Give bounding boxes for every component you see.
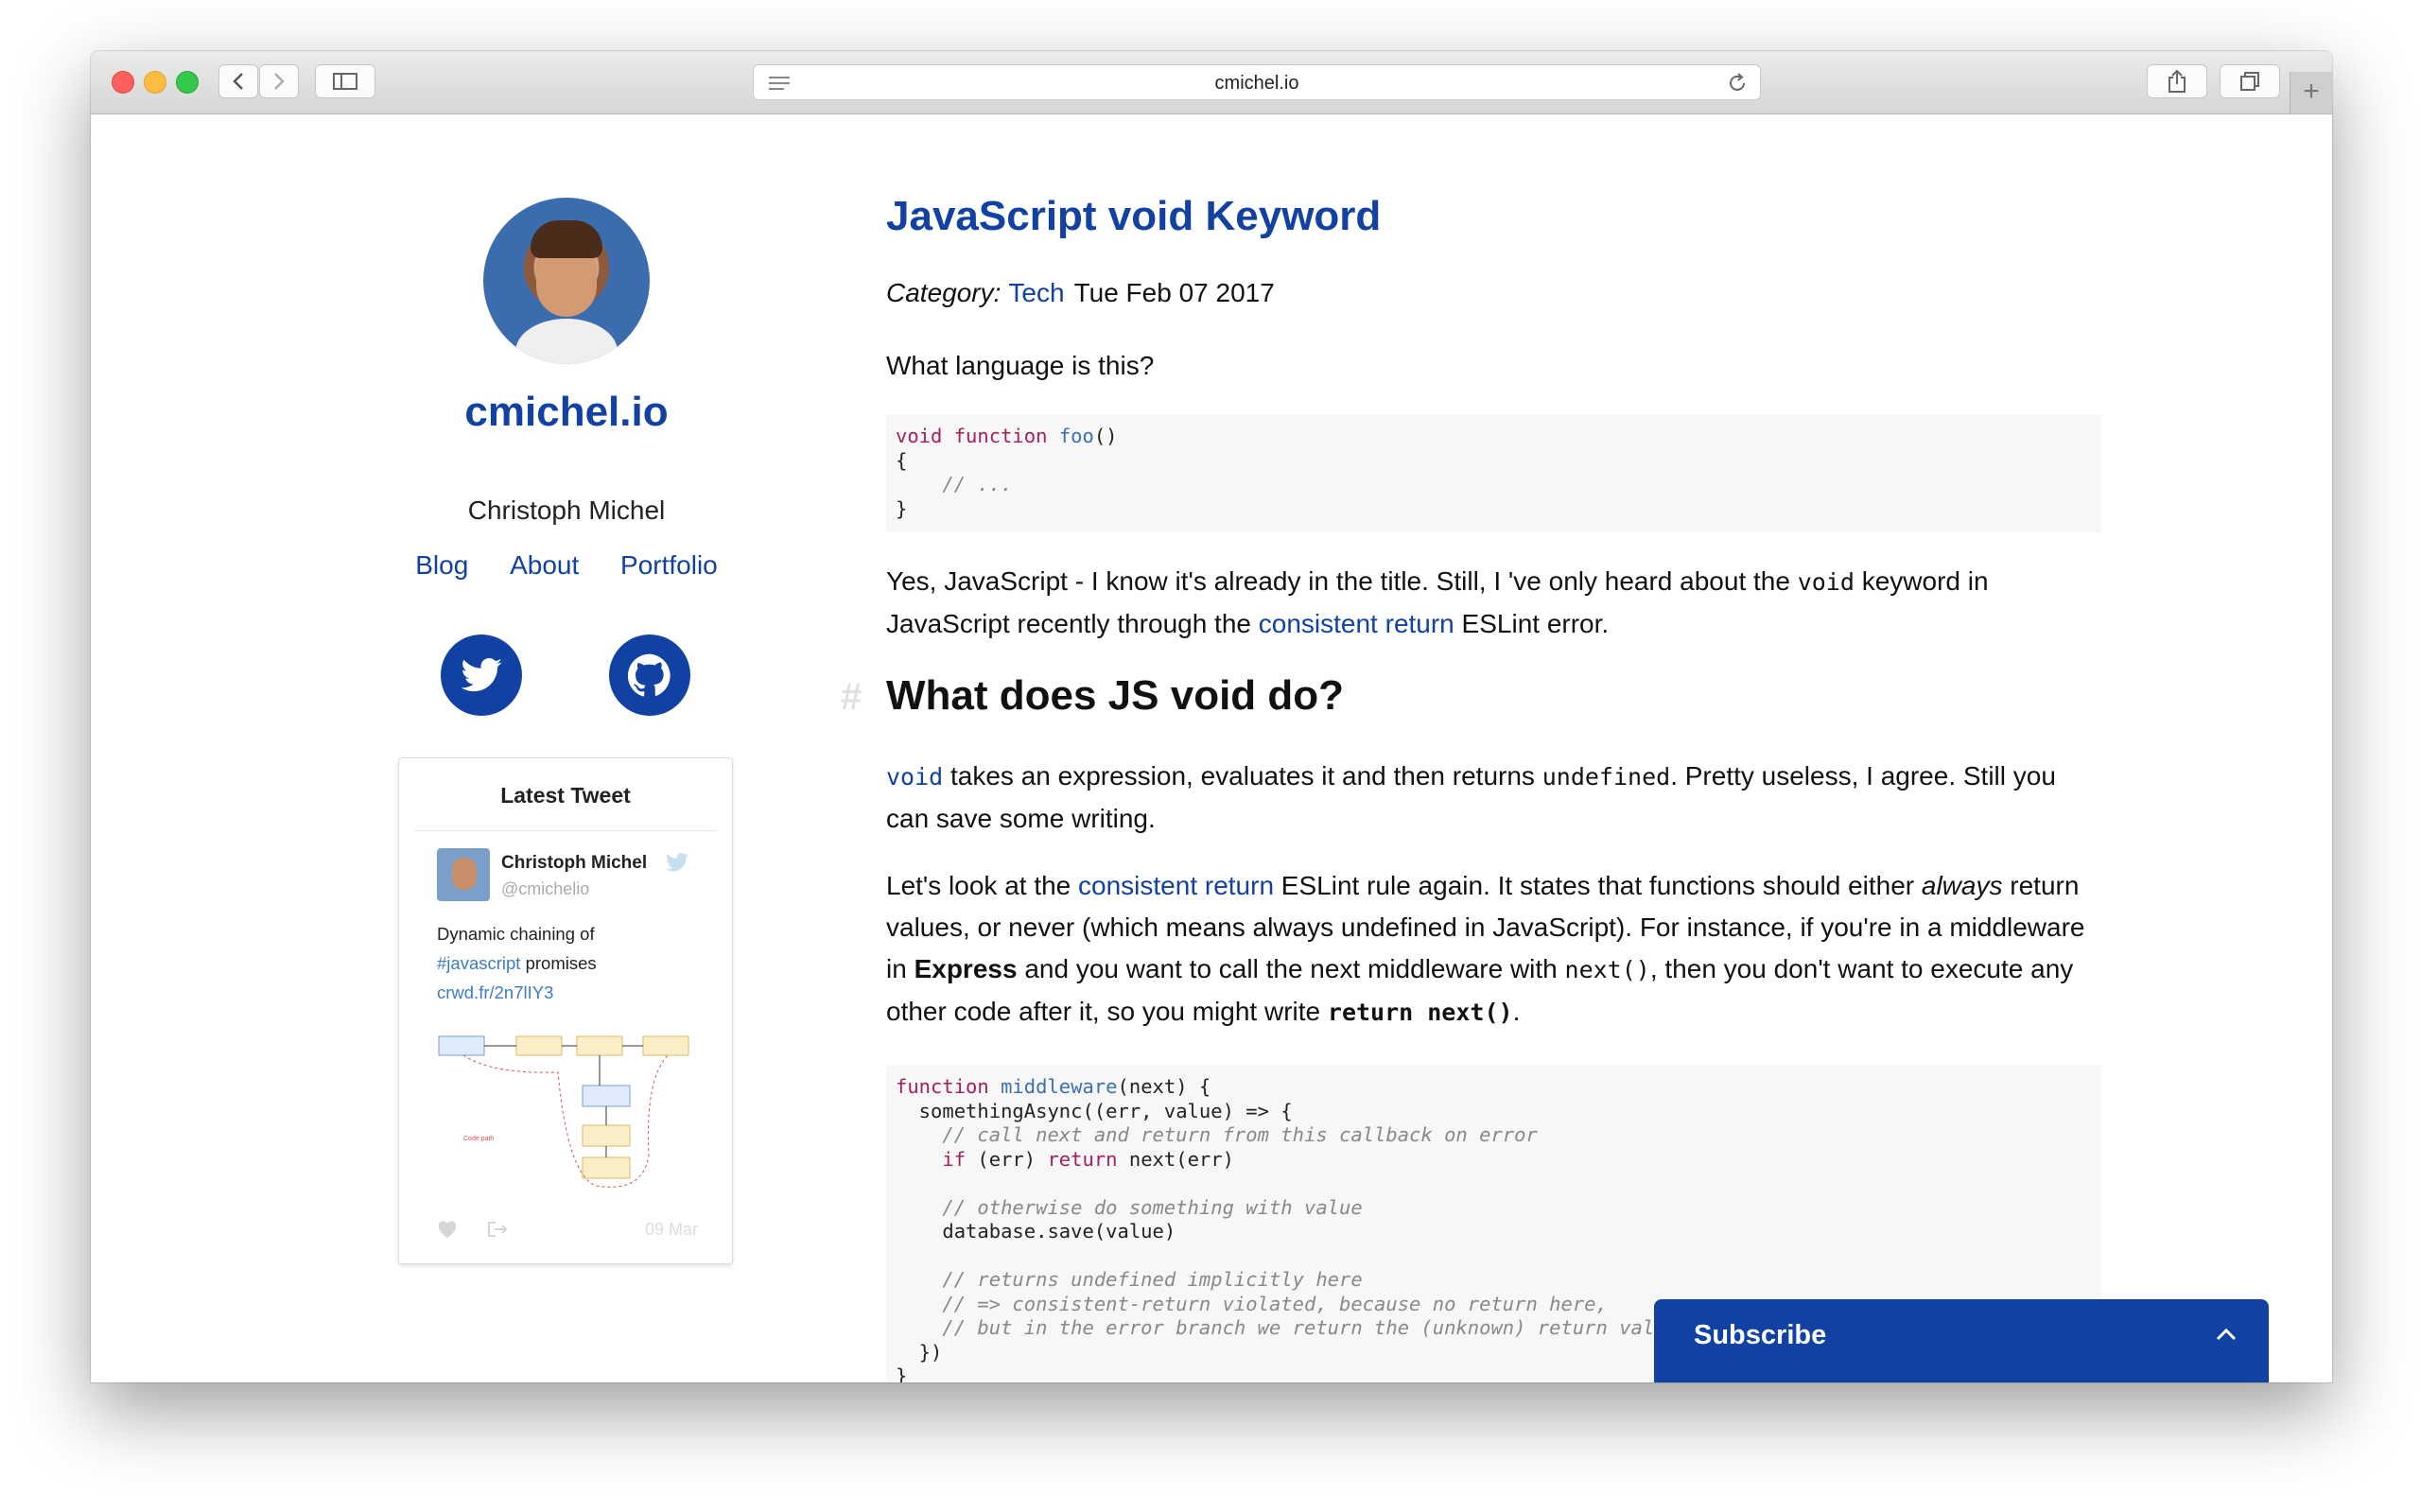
code-line: { bbox=[896, 448, 908, 472]
latest-tweet-widget: Latest Tweet Christoph Michel @cmichelio… bbox=[398, 757, 733, 1264]
heart-icon[interactable] bbox=[437, 1220, 458, 1239]
code-line: // otherwise do something with value bbox=[896, 1195, 1363, 1219]
browser-toolbar: cmichel.io + bbox=[91, 51, 2332, 114]
code-line: // returns undefined implicitly here bbox=[896, 1268, 1363, 1291]
tabs-icon bbox=[2240, 72, 2259, 91]
tweet-hashtag[interactable]: #javascript bbox=[437, 953, 520, 973]
code-line: } bbox=[896, 496, 908, 520]
emphasis: always bbox=[1921, 871, 2003, 900]
article-title[interactable]: JavaScript void Keyword bbox=[886, 193, 1381, 240]
tweet-image[interactable]: Code path bbox=[435, 1023, 700, 1203]
sidebar-toggle-button[interactable] bbox=[315, 64, 375, 98]
article-paragraph: Let's look at the consistent return ESLi… bbox=[886, 865, 2092, 1034]
close-window-button[interactable] bbox=[112, 71, 134, 94]
page-content: cmichel.io Christoph Michel Blog About P… bbox=[91, 114, 2332, 1382]
code-token: if bbox=[942, 1147, 967, 1171]
tweet-text-line: Dynamic chaining of bbox=[437, 924, 595, 944]
tweet-footer: 09 Mar bbox=[437, 1216, 698, 1244]
tweet-text: Dynamic chaining of #javascript promises… bbox=[437, 919, 692, 1007]
category-link[interactable]: Tech bbox=[1008, 278, 1064, 307]
consistent-return-link[interactable]: consistent return bbox=[1078, 871, 1274, 900]
forward-button[interactable] bbox=[259, 64, 299, 98]
text: ESLint error. bbox=[1454, 609, 1610, 638]
share-out-icon[interactable] bbox=[486, 1220, 509, 1239]
code-token: foo bbox=[1058, 425, 1094, 447]
code-token: (err) bbox=[966, 1147, 1048, 1171]
chevron-right-icon bbox=[274, 73, 285, 90]
tweet-avatar[interactable] bbox=[437, 848, 490, 901]
twitter-link[interactable] bbox=[441, 634, 522, 716]
tweet-text-rest: promises bbox=[520, 953, 597, 973]
nav-link-blog[interactable]: Blog bbox=[415, 550, 468, 580]
chevron-up-icon[interactable] bbox=[2216, 1328, 2237, 1341]
tabs-overview-button[interactable] bbox=[2220, 64, 2280, 98]
code-token: () bbox=[1093, 425, 1118, 447]
tweet-link[interactable]: crwd.fr/2n7lIY3 bbox=[437, 978, 692, 1007]
consistent-return-link[interactable]: consistent return bbox=[1259, 609, 1454, 638]
browser-window: cmichel.io + cmichel.io Christoph Michel… bbox=[91, 51, 2332, 1382]
text: and you want to call the next middleware… bbox=[1017, 954, 1565, 983]
article-paragraph: Yes, JavaScript - I know it's already in… bbox=[886, 561, 2092, 645]
article-paragraph: What language is this? bbox=[886, 351, 1155, 380]
inline-code: next() bbox=[1564, 956, 1650, 983]
section-heading: What does JS void do? bbox=[886, 672, 1345, 719]
text: . bbox=[1512, 997, 1521, 1026]
code-line: database.save(value) bbox=[896, 1220, 1176, 1243]
code-token: middleware bbox=[1001, 1075, 1118, 1098]
avatar bbox=[483, 198, 650, 364]
new-tab-button[interactable]: + bbox=[2290, 72, 2332, 113]
address-bar[interactable]: cmichel.io bbox=[753, 64, 1761, 100]
share-icon bbox=[2168, 69, 2186, 93]
minimize-window-button[interactable] bbox=[144, 71, 166, 94]
tweet-image-label: Code path bbox=[463, 1136, 494, 1142]
inline-code: undefined bbox=[1541, 763, 1671, 791]
url-text: cmichel.io bbox=[1214, 73, 1299, 94]
category-label: Category: bbox=[886, 278, 1001, 307]
twitter-bird-icon bbox=[666, 853, 688, 872]
code-line: somethingAsync((err, value) => { bbox=[896, 1099, 1293, 1122]
code-token: function bbox=[953, 425, 1048, 447]
strong-text: Express bbox=[914, 954, 1018, 983]
text: takes an expression, evaluates it and th… bbox=[943, 761, 1542, 791]
github-link[interactable] bbox=[609, 634, 690, 716]
twitter-icon bbox=[461, 658, 502, 692]
divider bbox=[414, 830, 717, 831]
zoom-window-button[interactable] bbox=[176, 71, 199, 94]
inline-code: void bbox=[886, 763, 944, 791]
share-button[interactable] bbox=[2147, 64, 2207, 98]
nav-link-portfolio[interactable]: Portfolio bbox=[620, 550, 718, 580]
code-line: // ... bbox=[896, 473, 1013, 495]
heading-anchor[interactable]: # bbox=[841, 676, 862, 719]
code-block: void function foo() { // ...} bbox=[886, 415, 2101, 532]
nav-link-about[interactable]: About bbox=[510, 550, 579, 580]
reload-icon[interactable] bbox=[1726, 72, 1749, 95]
tweet-author-handle[interactable]: @cmichelio bbox=[501, 879, 589, 899]
text: Let's look at the bbox=[886, 871, 1079, 900]
subscribe-label: Subscribe bbox=[1694, 1320, 1827, 1350]
code-line: // call next and return from this callba… bbox=[896, 1123, 1538, 1146]
back-button[interactable] bbox=[218, 64, 258, 98]
code-token: return bbox=[1047, 1147, 1118, 1171]
inline-code: return next() bbox=[1327, 999, 1513, 1026]
article-date: Tue Feb 07 2017 bbox=[1073, 278, 1275, 307]
chevron-left-icon bbox=[233, 73, 243, 90]
article-meta: Category: Tech Tue Feb 07 2017 bbox=[886, 278, 1275, 308]
code-token: (next) { bbox=[1117, 1075, 1211, 1098]
article-paragraph: void takes an expression, evaluates it a… bbox=[886, 756, 2092, 840]
tweet-date[interactable]: 09 Mar bbox=[645, 1220, 698, 1240]
code-token: next(err) bbox=[1117, 1147, 1234, 1171]
code-token: function bbox=[896, 1075, 989, 1098]
text: ESLint rule again. It states that functi… bbox=[1274, 871, 1922, 900]
inline-code: void bbox=[1797, 568, 1855, 596]
code-token: void bbox=[896, 425, 943, 447]
text: Yes, JavaScript - I know it's already in… bbox=[886, 566, 1798, 596]
github-icon bbox=[628, 653, 671, 697]
tweet-widget-header: Latest Tweet bbox=[500, 783, 631, 808]
subscribe-bar[interactable]: Subscribe bbox=[1654, 1299, 2269, 1382]
tweet-author-name[interactable]: Christoph Michel bbox=[501, 853, 647, 874]
sidebar-icon bbox=[333, 73, 357, 90]
